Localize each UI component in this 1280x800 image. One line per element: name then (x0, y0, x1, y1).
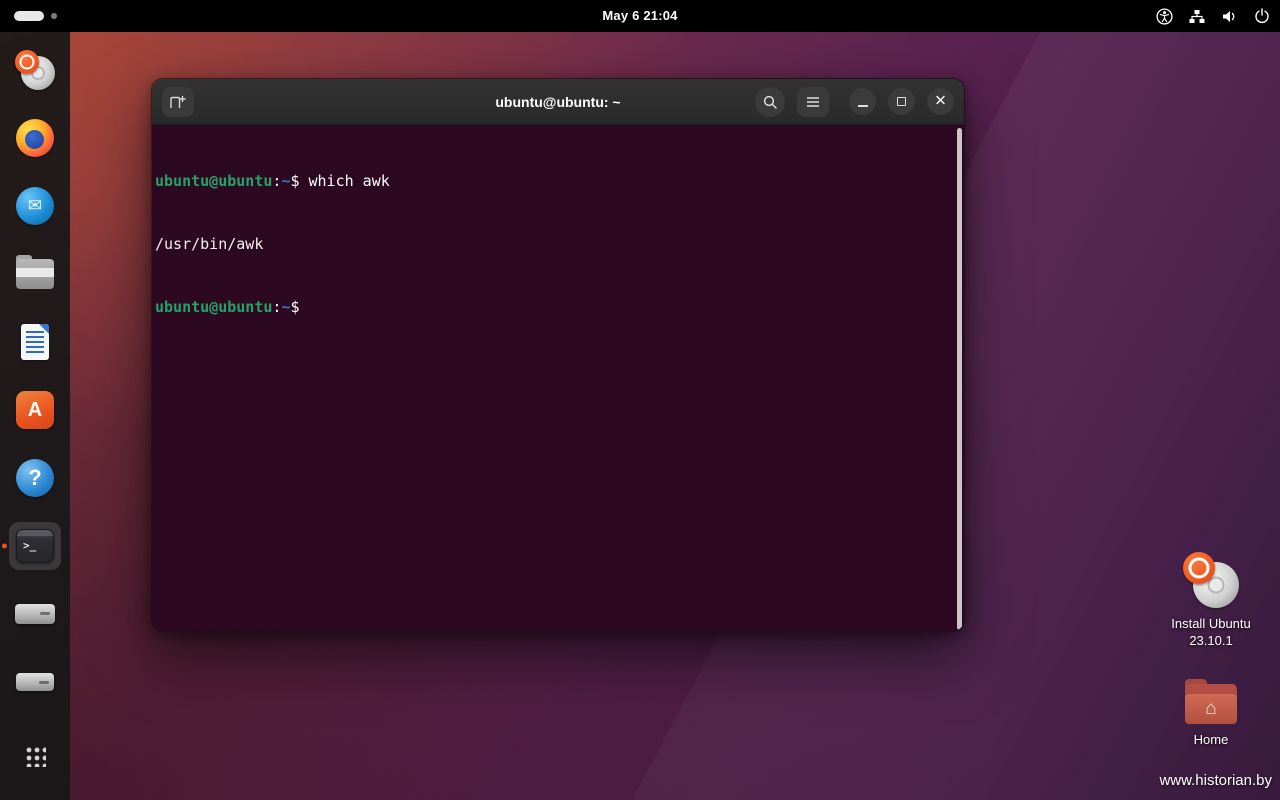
thunderbird-icon: ✉ (16, 187, 54, 225)
power-icon[interactable] (1254, 8, 1270, 24)
terminal-line-prompt: ubuntu@ubuntu:~$ (155, 297, 950, 318)
hamburger-icon (806, 96, 820, 108)
dock-item-terminal[interactable]: >_ (9, 522, 61, 570)
app-grid-icon (24, 745, 46, 767)
prompt-user-host: ubuntu@ubuntu (155, 172, 272, 190)
dock: ✉ A ? >_ (0, 32, 70, 800)
close-icon: ✕ (934, 94, 947, 109)
network-icon[interactable] (1189, 9, 1205, 24)
firefox-icon (16, 119, 54, 157)
dock-item-help[interactable]: ? (9, 454, 61, 502)
clock[interactable]: May 6 21:04 (0, 0, 1280, 32)
home-glyph: ⌂ (1205, 698, 1216, 720)
dock-item-disk-drive-2[interactable] (9, 658, 61, 706)
accessibility-icon[interactable] (1156, 8, 1173, 25)
dock-item-libreoffice-writer[interactable] (9, 318, 61, 366)
home-folder-icon: ⌂ (1185, 684, 1237, 724)
disk-drive-icon (15, 604, 55, 624)
maximize-icon (897, 97, 906, 106)
minimize-icon (858, 105, 868, 107)
search-icon (763, 95, 777, 109)
terminal-line-output: /usr/bin/awk (155, 234, 950, 255)
desktop-icon-home[interactable]: ⌂ Home (1156, 684, 1266, 748)
desktop-icon-label: Install Ubuntu 23.10.1 (1156, 615, 1266, 649)
terminal-line-prompt-command: ubuntu@ubuntu:~$which awk (155, 171, 950, 192)
terminal-icon: >_ (16, 529, 54, 563)
ubuntu-installer-icon (1183, 552, 1239, 608)
disk-drive-icon (16, 673, 54, 691)
wallpaper-watermark: www.historian.by (1159, 772, 1272, 789)
files-icon (16, 259, 54, 289)
dock-item-firefox[interactable] (9, 114, 61, 162)
menu-button[interactable] (797, 87, 829, 117)
prompt-user-host: ubuntu@ubuntu (155, 298, 272, 316)
dock-item-disk-drive-1[interactable] (9, 590, 61, 638)
help-icon: ? (16, 459, 54, 497)
titlebar[interactable]: ubuntu@ubuntu: ~ (152, 79, 964, 125)
system-status-area[interactable] (1156, 0, 1270, 32)
app-center-icon: A (16, 391, 54, 429)
maximize-button[interactable] (888, 88, 915, 115)
desktop-icon-install-ubuntu[interactable]: Install Ubuntu 23.10.1 (1156, 552, 1266, 649)
dock-item-files[interactable] (9, 250, 61, 298)
close-button[interactable]: ✕ (927, 88, 954, 115)
typed-command: which awk (309, 172, 390, 190)
dock-item-ubuntu-installer[interactable] (9, 46, 61, 94)
terminal-window: ubuntu@ubuntu: ~ (151, 78, 965, 632)
new-tab-button[interactable] (162, 87, 194, 117)
top-bar: May 6 21:04 (0, 0, 1280, 32)
dock-item-app-center[interactable]: A (9, 386, 61, 434)
search-button[interactable] (755, 87, 785, 117)
minimize-button[interactable] (849, 88, 876, 115)
dock-item-app-grid[interactable] (9, 732, 61, 780)
volume-icon[interactable] (1221, 9, 1238, 24)
libreoffice-writer-icon (21, 324, 49, 360)
ubuntu-installer-icon (15, 50, 55, 90)
desktop-icon-label: Home (1194, 731, 1229, 748)
terminal-scrollbar[interactable] (957, 128, 962, 630)
terminal-output-area[interactable]: ubuntu@ubuntu:~$which awk /usr/bin/awk u… (152, 125, 964, 632)
dock-item-thunderbird[interactable]: ✉ (9, 182, 61, 230)
